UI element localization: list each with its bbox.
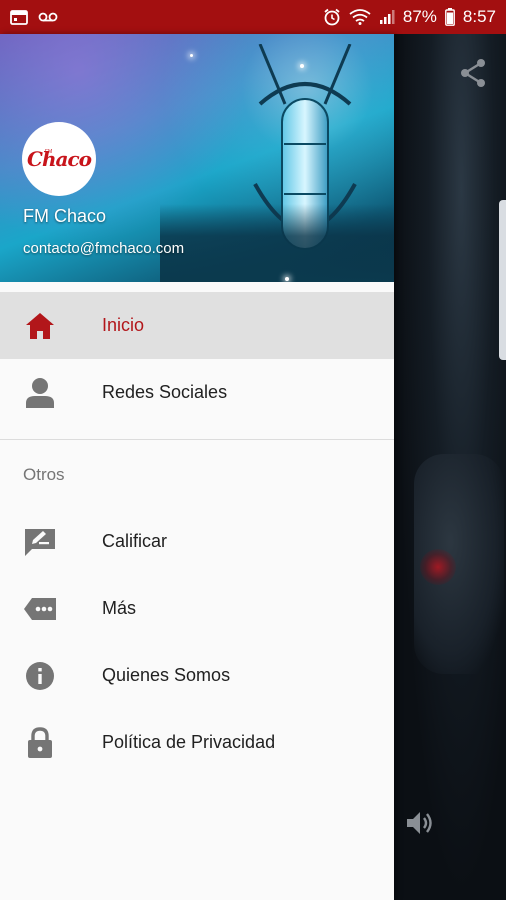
menu-item-inicio[interactable]: Inicio [0, 292, 394, 359]
signal-icon [379, 9, 395, 25]
menu-item-label: Más [102, 598, 137, 618]
logo-small-text: FM [45, 149, 53, 155]
menu-divider [0, 439, 394, 440]
menu-item-quienes-somos[interactable]: Quienes Somos [0, 642, 394, 709]
logo-text: Chaco [27, 147, 92, 171]
wifi-icon [349, 9, 371, 25]
lock-icon [22, 725, 58, 761]
section-title-otros: Otros [23, 465, 65, 484]
menu-item-redes-sociales[interactable]: Redes Sociales [0, 359, 394, 426]
volume-button[interactable] [403, 806, 437, 840]
sparkle [190, 54, 193, 57]
mixer-desk-image [160, 204, 394, 282]
share-button[interactable] [456, 56, 490, 90]
background-glow [420, 549, 456, 585]
share-icon [461, 59, 485, 87]
battery-icon [445, 8, 455, 26]
calendar-icon [10, 9, 28, 25]
main-content-background [394, 34, 506, 900]
voicemail-icon [38, 11, 58, 23]
primary-menu: Inicio Redes Sociales [0, 292, 394, 426]
menu-item-label: Quienes Somos [102, 665, 231, 685]
menu-item-label: Política de Privacidad [102, 732, 276, 752]
navigation-drawer: FM Chaco FM Chaco contacto@fmchaco.com I… [0, 34, 394, 900]
menu-item-label: Calificar [102, 531, 168, 551]
volume-icon [407, 812, 432, 834]
secondary-menu: Calificar Más Quienes Somos Política de … [0, 508, 394, 776]
station-email: contacto@fmchaco.com [23, 240, 185, 257]
status-time: 8:57 [462, 7, 496, 26]
station-logo-avatar[interactable]: FM Chaco [22, 122, 96, 196]
menu-item-calificar[interactable]: Calificar [0, 508, 394, 575]
alarm-icon [323, 8, 341, 26]
menu-item-politica-privacidad[interactable]: Política de Privacidad [0, 709, 394, 776]
sparkle [300, 64, 304, 68]
home-icon [22, 308, 58, 344]
status-right: 87% 8:57 [323, 7, 496, 27]
sparkle [285, 277, 289, 281]
status-bar: 87% 8:57 [0, 0, 506, 34]
menu-item-mas[interactable]: Más [0, 575, 394, 642]
menu-item-label: Inicio [102, 315, 145, 335]
scroll-handle[interactable] [499, 200, 506, 360]
menu-item-label: Redes Sociales [102, 382, 228, 402]
drawer-header: FM Chaco FM Chaco contacto@fmchaco.com [0, 34, 394, 282]
status-left [10, 9, 58, 25]
person-icon [22, 375, 58, 411]
station-name: FM Chaco [23, 206, 107, 226]
more-icon [22, 591, 58, 627]
rate-review-icon [22, 524, 58, 560]
battery-percent: 87% [402, 7, 437, 26]
info-icon [22, 658, 58, 694]
